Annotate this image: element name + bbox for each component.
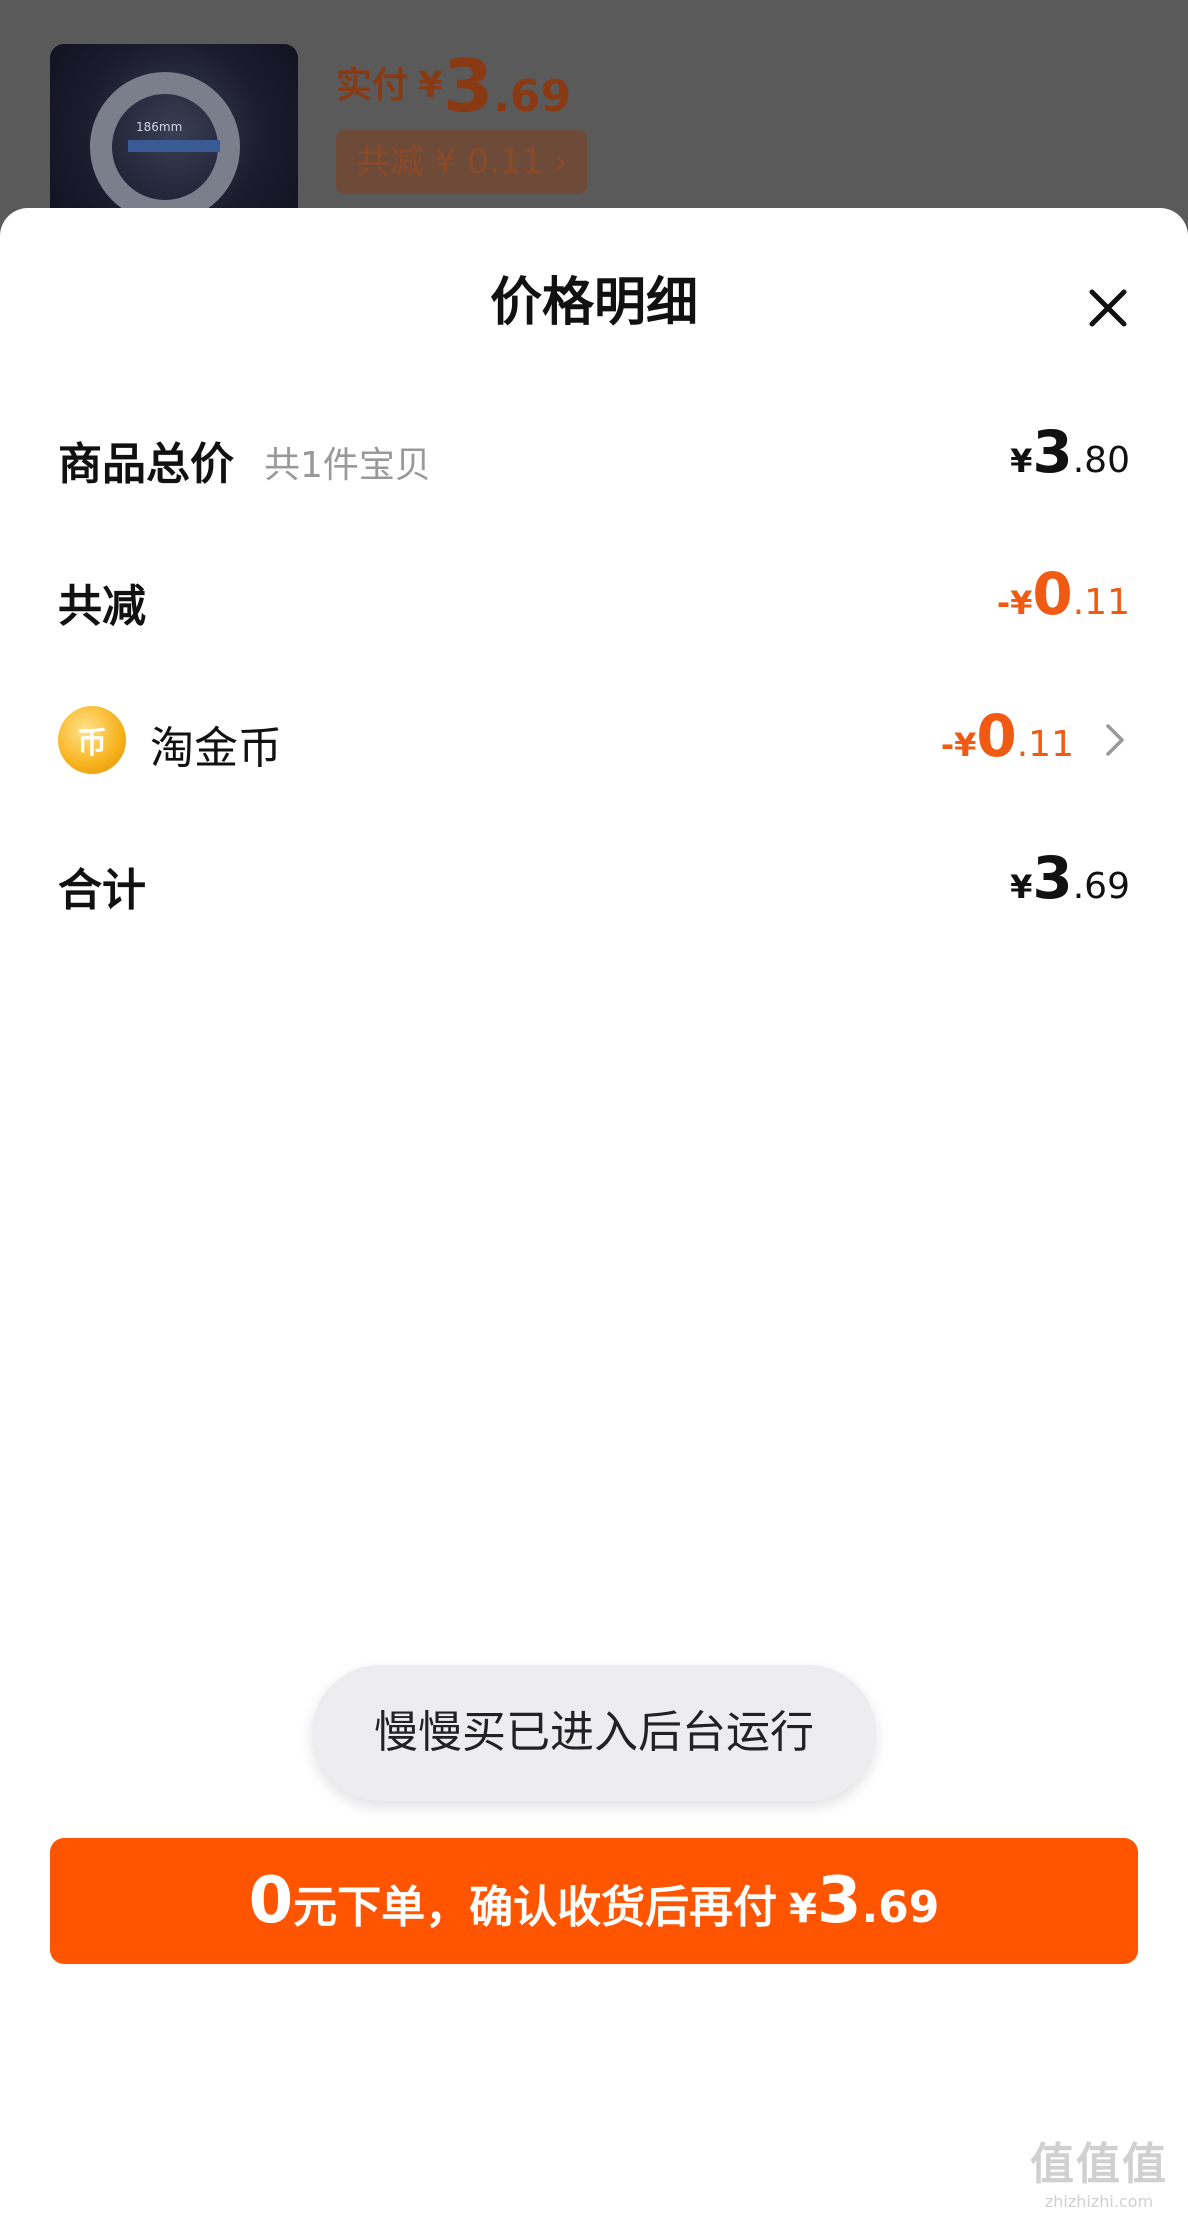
grand-total-label: 合计 bbox=[58, 865, 146, 916]
watermark-url: zhizhizhi.com bbox=[1044, 2192, 1154, 2211]
amount-integer: 0 bbox=[1032, 560, 1073, 628]
total-discount-amount: -¥0.11 bbox=[997, 560, 1130, 628]
amount-decimal: .11 bbox=[1072, 582, 1130, 623]
grand-total-amount: ¥3.69 bbox=[1010, 844, 1130, 912]
paid-label: 实付 bbox=[336, 65, 409, 106]
thumbnail-bar bbox=[128, 140, 220, 152]
currency-symbol: ¥ bbox=[1010, 442, 1033, 480]
close-icon bbox=[1089, 289, 1127, 327]
paid-price: 实付 ¥3.69 bbox=[336, 44, 571, 128]
cta-text: 元下单，确认收货后再付 bbox=[293, 1882, 778, 1933]
amount-decimal: .69 bbox=[1072, 866, 1130, 907]
discount-chip[interactable]: 共减 ¥ 0.11 › bbox=[336, 130, 588, 194]
goods-total-amount: ¥3.80 bbox=[1010, 418, 1130, 486]
row-taojinbi[interactable]: 币 淘金币 -¥0.11 bbox=[58, 692, 1130, 782]
cta-zero: 0 bbox=[248, 1864, 294, 1938]
total-discount-label: 共减 bbox=[58, 581, 146, 632]
row-total-discount: 共减 -¥0.11 bbox=[58, 550, 1130, 640]
row-grand-total: 合计 ¥3.69 bbox=[58, 834, 1130, 924]
coin-icon: 币 bbox=[58, 706, 126, 774]
taojinbi-label: 淘金币 bbox=[150, 723, 282, 774]
close-button[interactable] bbox=[1080, 280, 1136, 336]
chevron-right-icon bbox=[1106, 724, 1124, 756]
paid-integer: 3 bbox=[443, 44, 494, 128]
paid-currency: ¥ bbox=[418, 65, 444, 106]
sheet-title: 价格明细 bbox=[489, 273, 698, 333]
amount-integer: 3 bbox=[1032, 844, 1073, 912]
thumbnail-label: 186mm bbox=[136, 120, 183, 134]
goods-total-label: 商品总价 bbox=[58, 439, 234, 490]
currency-symbol: -¥ bbox=[996, 584, 1033, 622]
product-summary-bar: 186mm 实付 ¥3.69 共减 ¥ 0.11 › bbox=[0, 0, 1188, 240]
cta-decimal: .69 bbox=[861, 1882, 940, 1933]
paid-decimal: .69 bbox=[493, 71, 572, 122]
currency-symbol: ¥ bbox=[1010, 868, 1033, 906]
amount-decimal: .11 bbox=[1016, 724, 1074, 765]
row-goods-total: 商品总价 共1件宝贝 ¥3.80 bbox=[58, 408, 1130, 498]
goods-count: 共1件宝贝 bbox=[264, 445, 431, 486]
background-running-toast: 慢慢买已进入后台运行 bbox=[312, 1665, 876, 1801]
currency-symbol: -¥ bbox=[940, 726, 977, 764]
order-button[interactable]: 0元下单，确认收货后再付 ¥3.69 bbox=[50, 1838, 1138, 1964]
taojinbi-amount: -¥0.11 bbox=[941, 702, 1074, 770]
amount-integer: 0 bbox=[976, 702, 1017, 770]
amount-integer: 3 bbox=[1032, 418, 1073, 486]
watermark-logo: 值值值 bbox=[1030, 2139, 1168, 2190]
site-watermark: 值值值 zhizhizhi.com bbox=[1030, 2128, 1168, 2211]
cta-currency: ¥ bbox=[789, 1886, 817, 1932]
amount-decimal: .80 bbox=[1072, 440, 1130, 481]
cta-integer: 3 bbox=[816, 1864, 862, 1938]
